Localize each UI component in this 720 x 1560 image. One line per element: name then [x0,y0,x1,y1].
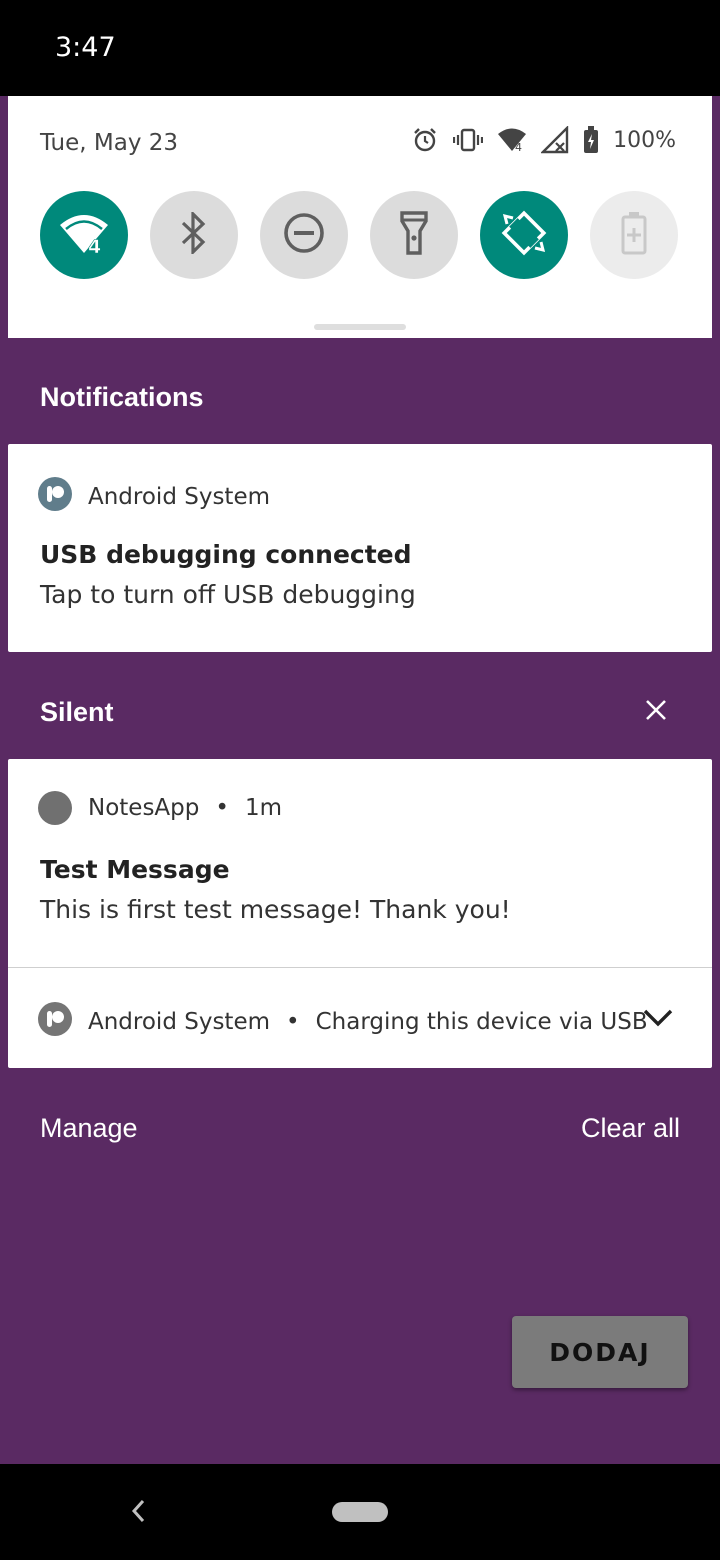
tile-wifi[interactable]: 4 [40,191,128,279]
vibrate-icon [453,126,484,154]
wifi-icon: 4 [58,211,110,260]
tile-auto-rotate[interactable] [480,191,568,279]
svg-text:4: 4 [515,141,522,153]
notification-text: Tap to turn off USB debugging [40,580,416,609]
app-name: NotesApp [88,795,200,821]
app-name: Android System [88,1009,271,1035]
notification-app-row: Android System [38,477,270,517]
battery-saver-icon [621,211,647,260]
quick-settings-panel: Tue, May 23 4 100% 4 [8,96,712,338]
alarm-icon [411,126,439,154]
home-pill-icon[interactable] [332,1502,388,1522]
status-bar: 3:47 [0,0,720,96]
chevron-down-icon[interactable] [642,1008,674,1033]
tile-bluetooth[interactable] [150,191,238,279]
bluetooth-icon [179,209,209,259]
qs-status-icons: 4 100% [411,126,676,154]
qs-date[interactable]: Tue, May 23 [40,130,178,156]
notification-text: This is first test message! Thank you! [40,895,511,924]
clear-all-button[interactable]: Clear all [581,1113,680,1144]
notification-text: Charging this device via USB [315,1009,648,1035]
silent-header: Silent [40,697,114,727]
notification-title: USB debugging connected [40,540,412,569]
rotate-icon [501,210,547,261]
notesapp-icon [38,791,72,825]
flashlight-icon [399,210,429,260]
separator-dot: • [215,795,229,821]
battery-icon [583,126,599,154]
notification-notesapp[interactable]: NotesApp • 1m Test Message This is first… [8,759,712,967]
app-name: Android System [88,484,271,510]
close-icon[interactable] [644,698,668,727]
notifications-header: Notifications [40,382,204,412]
android-system-icon [38,477,72,517]
dnd-icon [282,211,326,260]
wifi-status-icon: 4 [497,127,527,153]
silent-notifications-card: NotesApp • 1m Test Message This is first… [8,759,712,1068]
tile-battery-saver[interactable] [590,191,678,279]
notification-app-row: NotesApp • 1m [38,791,282,825]
qs-drag-handle[interactable] [314,324,406,330]
status-time: 3:47 [55,32,116,63]
notification-time: 1m [244,795,282,821]
notification-title: Test Message [40,855,230,884]
android-system-icon [38,1002,72,1042]
manage-button[interactable]: Manage [40,1113,138,1144]
tile-flashlight[interactable] [370,191,458,279]
battery-percent: 100% [613,127,676,153]
notification-usb-debugging[interactable]: Android System USB debugging connected T… [8,444,712,652]
separator-dot: • [286,1009,300,1035]
cell-signal-icon [541,126,569,154]
notification-charging[interactable]: Android System • Charging this device vi… [8,968,712,1068]
navigation-bar [0,1464,720,1560]
dodaj-button[interactable]: DODAJ [512,1316,688,1388]
back-icon[interactable] [128,1496,148,1531]
tile-do-not-disturb[interactable] [260,191,348,279]
notification-app-row: Android System • Charging this device vi… [38,1002,648,1042]
svg-text:4: 4 [88,236,101,255]
